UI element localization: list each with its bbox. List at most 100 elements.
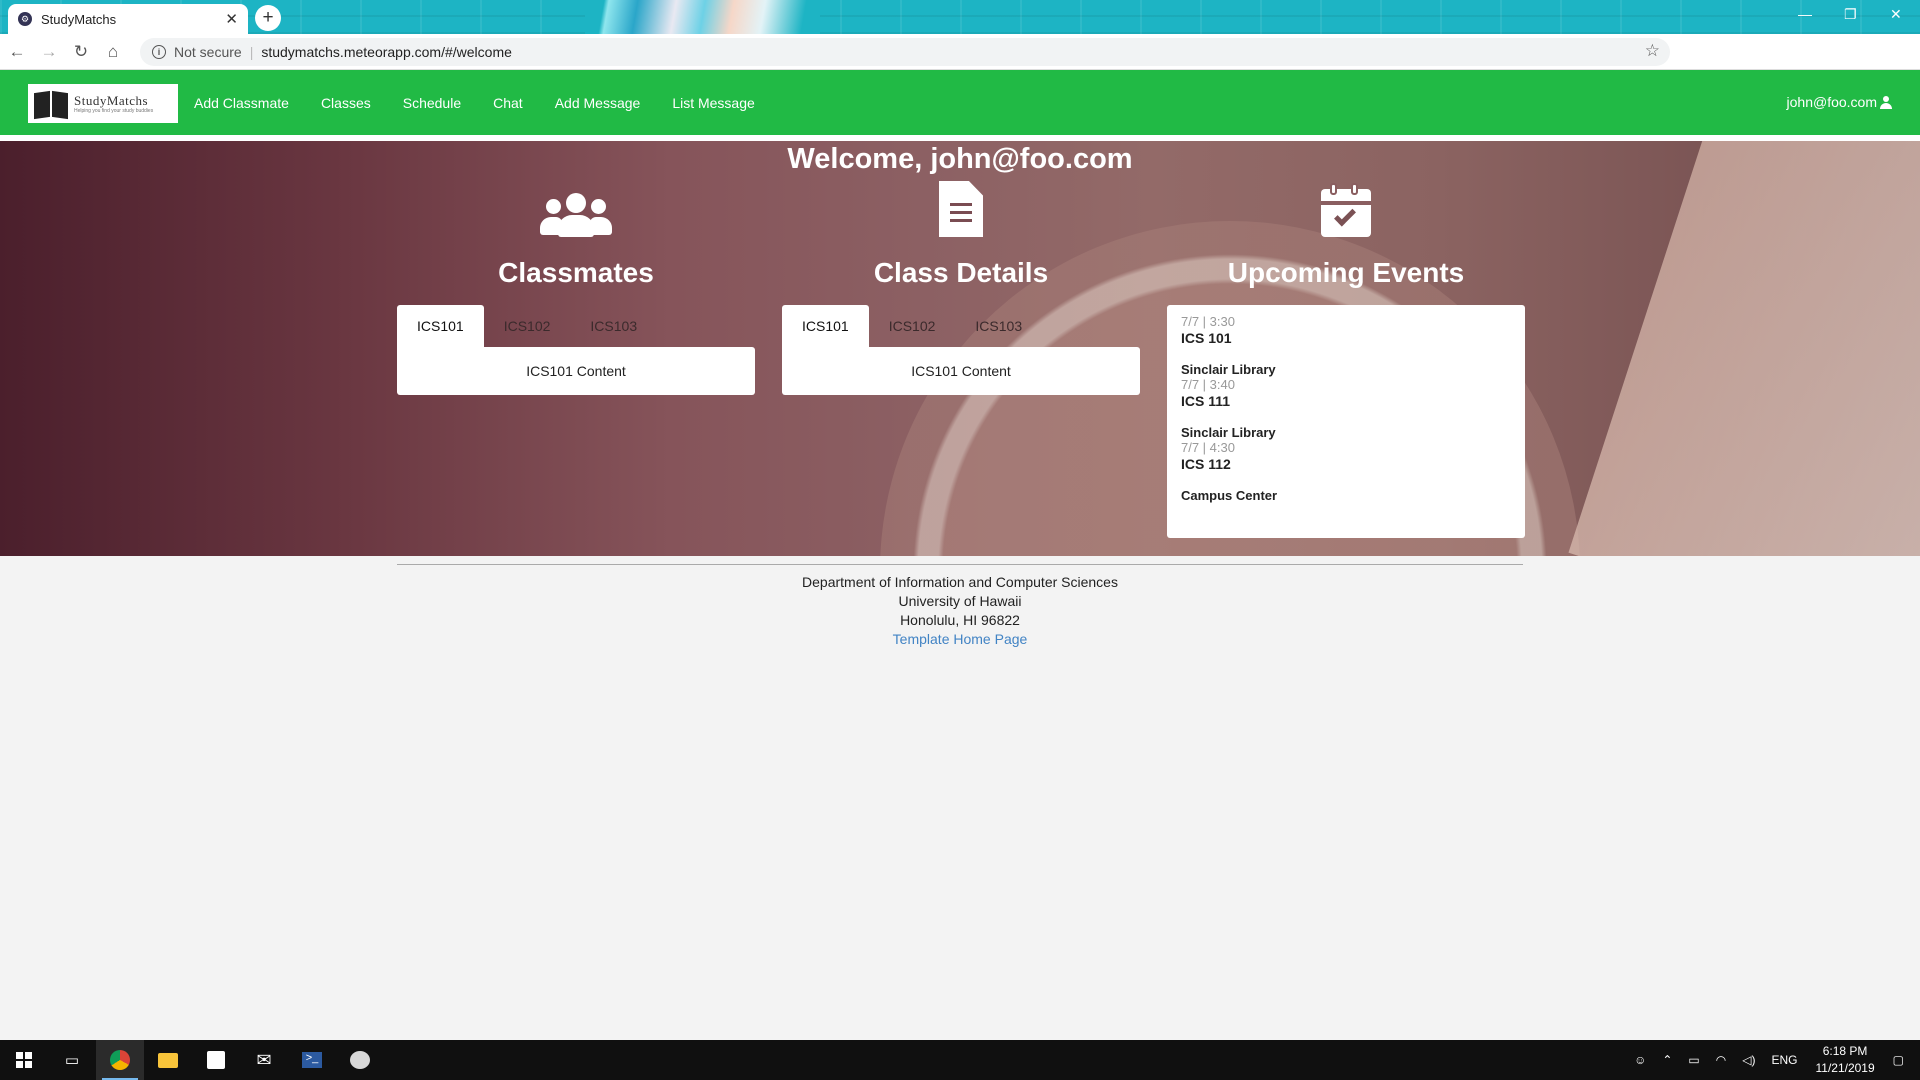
theme-artwork [585,0,820,34]
classmates-heading: Classmates [498,257,654,288]
class-details-tab-ics102[interactable]: ICS102 [869,305,956,347]
store-icon [207,1051,225,1069]
new-tab-button[interactable]: + [255,5,281,31]
start-button[interactable] [0,1040,48,1080]
task-view-button[interactable]: ▭ [48,1040,96,1080]
event-item[interactable]: 7/7 | 3:30 ICS 101 Sinclair Library [1181,314,1511,377]
welcome-heading: Welcome, john@foo.com [787,143,1133,175]
chrome-icon [110,1050,130,1070]
nav-add-classmate[interactable]: Add Classmate [178,95,305,111]
event-item[interactable]: 7/7 | 4:30 ICS 112 Campus Center [1181,440,1511,503]
nav-classes[interactable]: Classes [305,95,387,111]
hero-background-page [1568,141,1920,556]
tab-title: StudyMatchs [41,11,117,27]
windows-logo-icon [16,1052,32,1068]
logo-brand: StudyMatchs [74,92,149,108]
events-column: Upcoming Events 7/7 | 3:30 ICS 101 Sincl… [1167,177,1525,538]
restore-icon[interactable]: ❐ [1844,6,1857,23]
back-icon[interactable]: ← [2,37,32,67]
site-favicon-icon: ⚙ [18,12,32,26]
event-location: Sinclair Library [1181,425,1276,440]
classmates-tab-content: ICS101 Content [397,347,755,395]
info-icon[interactable]: i [152,45,166,59]
class-details-heading: Class Details [873,257,1049,288]
main-menu: Add Classmate Classes Schedule Chat Add … [178,70,771,135]
task-view-icon: ▭ [64,1052,80,1069]
nav-chat[interactable]: Chat [477,95,539,111]
event-course: ICS 101 [1181,330,1232,346]
theme-background [0,0,1920,34]
nav-list-message[interactable]: List Message [656,95,770,111]
address-bar[interactable]: i Not secure | studymatchs.meteorapp.com… [140,38,1670,66]
taskbar-file-explorer[interactable] [144,1040,192,1080]
volume-icon[interactable]: ◁) [1742,1053,1755,1067]
classmates-tab-ics102[interactable]: ICS102 [484,305,571,347]
taskbar-clock[interactable]: 6:18 PM 11/21/2019 [1815,1043,1874,1077]
taskbar-paint[interactable] [336,1040,384,1080]
notifications-icon[interactable]: ▢ [1893,1053,1904,1067]
page-footer: Department of Information and Computer S… [397,564,1523,649]
bookmark-star-icon[interactable]: ☆ [1645,41,1660,61]
nav-add-message[interactable]: Add Message [539,95,657,111]
folder-icon [158,1052,178,1068]
event-date: 7/7 | 4:30 [1181,440,1235,455]
document-icon [939,181,983,237]
classmates-tabs: ICS101 ICS102 ICS103 [397,305,755,347]
class-details-tab-content: ICS101 Content [782,347,1140,395]
footer-department: Department of Information and Computer S… [802,574,1118,590]
user-menu[interactable]: john@foo.com [1787,94,1892,110]
language-indicator[interactable]: ENG [1771,1053,1797,1067]
window-close-icon[interactable]: ✕ [1890,6,1902,23]
security-label: Not secure [174,44,242,60]
address-separator: | [249,44,254,60]
browser-toolbar: ← → ↻ ⌂ i Not secure | studymatchs.meteo… [0,34,1920,95]
event-course: ICS 112 [1181,456,1231,472]
home-icon[interactable]: ⌂ [98,37,128,67]
taskbar-mail[interactable]: ✉ [240,1040,288,1080]
close-tab-icon[interactable]: ✕ [225,10,238,28]
wifi-icon[interactable]: ◠ [1716,1053,1726,1067]
clock-time: 6:18 PM [1822,1044,1868,1058]
battery-icon[interactable]: ▭ [1688,1053,1699,1067]
event-location: Sinclair Library [1181,362,1276,377]
event-date: 7/7 | 3:40 [1181,377,1235,392]
template-home-link[interactable]: Template Home Page [893,631,1028,647]
reload-icon[interactable]: ↻ [66,37,96,67]
taskbar-chrome[interactable] [96,1040,144,1080]
taskbar-powershell[interactable]: >_ [288,1040,336,1080]
event-course: ICS 111 [1181,393,1231,409]
logo-tagline: Helping you find your study buddies [74,107,154,114]
taskbar-store[interactable] [192,1040,240,1080]
classmates-tab-ics101[interactable]: ICS101 [397,305,484,347]
footer-address: Honolulu, HI 96822 [900,612,1020,628]
class-details-tab-ics101[interactable]: ICS101 [782,305,869,347]
event-location: Campus Center [1181,488,1278,503]
show-hidden-icons-icon[interactable]: ⌃ [1662,1053,1672,1067]
class-details-tab-ics103[interactable]: ICS103 [955,305,1042,347]
clock-date: 11/21/2019 [1815,1061,1875,1075]
hero-section: Welcome, john@foo.com Classmates ICS101 … [0,141,1920,556]
site-logo[interactable]: StudyMatchs Helping you find your study … [28,84,178,123]
class-details-column: Class Details ICS101 ICS102 ICS103 ICS10… [782,177,1140,395]
system-tray: ☺ ⌃ ▭ ◠ ◁) ENG 6:18 PM 11/21/2019 ▢ [1626,1040,1920,1080]
class-details-tabs: ICS101 ICS102 ICS103 [782,305,1140,347]
classmates-tab-ics103[interactable]: ICS103 [570,305,657,347]
nav-schedule[interactable]: Schedule [387,95,477,111]
app-navbar: StudyMatchs Helping you find your study … [0,70,1920,135]
forward-icon[interactable]: → [34,37,64,67]
calendar-check-icon [1321,183,1371,237]
browser-tabstrip: ⚙ StudyMatchs ✕ + — ❐ ✕ [0,0,1920,34]
user-icon [1880,95,1892,109]
browser-tab[interactable]: ⚙ StudyMatchs ✕ [8,4,248,34]
users-icon [540,193,612,237]
people-icon[interactable]: ☺ [1634,1053,1646,1067]
events-heading: Upcoming Events [1227,257,1465,288]
book-icon [32,88,70,120]
url-text[interactable]: studymatchs.meteorapp.com/#/welcome [261,44,512,60]
paint-palette-icon [350,1051,370,1069]
minimize-icon[interactable]: — [1798,6,1812,22]
events-list: 7/7 | 3:30 ICS 101 Sinclair Library 7/7 … [1167,305,1525,538]
footer-university: University of Hawaii [898,593,1022,609]
powershell-icon: >_ [302,1052,322,1068]
event-item[interactable]: 7/7 | 3:40 ICS 111 Sinclair Library [1181,377,1511,440]
